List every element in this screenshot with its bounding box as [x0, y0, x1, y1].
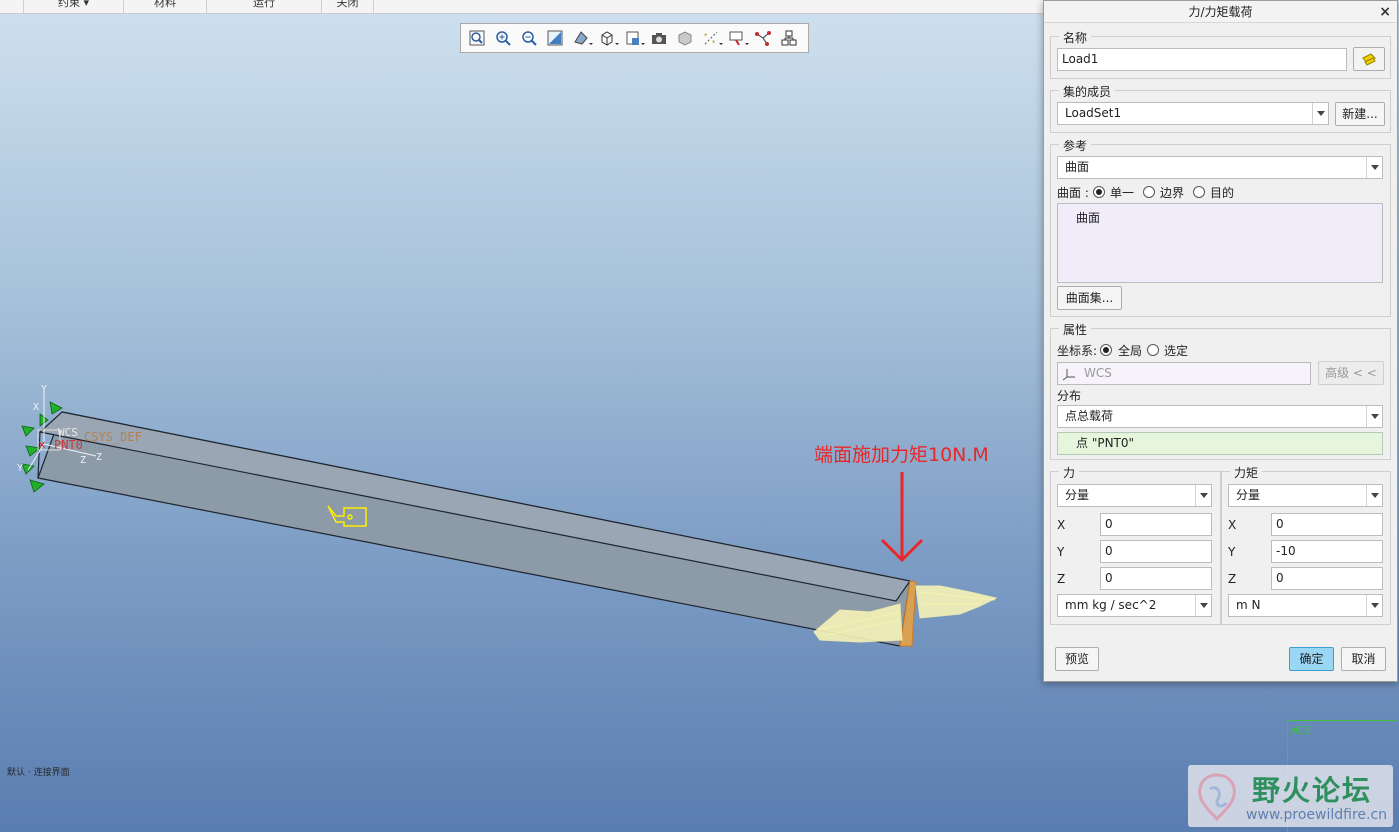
force-moment-dialog: 力/力矩载荷 × 名称 Load1 集的成员 LoadSet1 新建... 参考…	[1043, 0, 1398, 682]
axis-z2-label: Z	[80, 455, 86, 466]
force-z-label: Z	[1057, 572, 1066, 586]
beam-model	[37, 411, 917, 647]
properties-legend: 属性	[1059, 321, 1092, 338]
point-reference-field[interactable]: 点 "PNT0"	[1057, 432, 1383, 455]
close-icon[interactable]: ×	[1379, 1, 1391, 23]
watermark-logo	[1198, 773, 1236, 822]
dialog-titlebar[interactable]: 力/力矩载荷 ×	[1044, 1, 1397, 23]
force-units-select[interactable]: mm kg / sec^2	[1057, 594, 1212, 617]
radio-global-label: 全局	[1118, 344, 1143, 358]
axis-y-label: Y	[41, 384, 47, 395]
force-y-label: Y	[1057, 545, 1065, 559]
force-y-input[interactable]: 0	[1100, 540, 1212, 563]
axis-z-label: Z	[96, 452, 102, 463]
distribution-select[interactable]: 点总载荷	[1057, 405, 1383, 428]
reference-type-value: 曲面	[1065, 160, 1090, 174]
status-text: 默认 · 连接界面	[7, 768, 70, 778]
wcs-triad-label: WCS	[1291, 724, 1311, 737]
watermark: 野火论坛 www.proewildfire.cn	[1188, 765, 1393, 827]
force-x-label: X	[1057, 518, 1066, 532]
moment-annotation: 端面施加力矩10N.M	[814, 444, 989, 466]
name-input[interactable]: Load1	[1057, 48, 1347, 71]
csys-field[interactable]: WCS	[1057, 362, 1311, 385]
radio-single-label: 单一	[1110, 186, 1135, 200]
moment-x-input[interactable]: 0	[1271, 513, 1383, 536]
moment-z-label: Z	[1228, 572, 1237, 586]
moment-units-select[interactable]: m N	[1228, 594, 1383, 617]
dialog-title: 力/力矩载荷	[1188, 5, 1253, 19]
moment-units-value: m N	[1236, 598, 1261, 612]
properties-group: 属性 坐标系: 全局 选定 WCS 高级 < < 分布 点总载荷 点 "PNT0…	[1050, 321, 1391, 460]
preview-button[interactable]: 预览	[1055, 647, 1099, 671]
pnt0-label: PNT0	[54, 438, 83, 452]
chevron-down-icon	[1366, 485, 1382, 506]
annotation-arrow	[880, 472, 924, 563]
model-viewport[interactable]: Y Z X Z Y WCS CSYS_DEF × PNT0	[0, 0, 1043, 832]
watermark-title: 野火论坛	[1252, 774, 1373, 807]
force-mode-select[interactable]: 分量	[1057, 484, 1212, 507]
force-z-input[interactable]: 0	[1100, 567, 1212, 590]
references-group: 参考 曲面 曲面 : 单一 边界 目的 曲面 曲面集...	[1050, 137, 1391, 317]
radio-selected-label: 选定	[1164, 344, 1189, 358]
name-group: 名称 Load1	[1050, 29, 1391, 79]
radio-target[interactable]	[1193, 186, 1205, 198]
chevron-down-icon	[1312, 103, 1328, 124]
csys-label: 坐标系:	[1057, 344, 1098, 358]
reference-type-select[interactable]: 曲面	[1057, 156, 1383, 179]
references-legend: 参考	[1059, 137, 1092, 154]
force-x-input[interactable]: 0	[1100, 513, 1212, 536]
set-legend: 集的成员	[1059, 83, 1116, 100]
radio-single[interactable]	[1093, 186, 1105, 198]
name-legend: 名称	[1059, 29, 1092, 46]
moment-mode-value: 分量	[1236, 488, 1261, 502]
csys-icon	[1062, 369, 1075, 381]
radio-boundary[interactable]	[1143, 186, 1155, 198]
watermark-url: www.proewildfire.cn	[1246, 807, 1388, 823]
csys-def-label: CSYS_DEF	[84, 430, 142, 444]
force-legend: 力	[1059, 464, 1080, 481]
loadset-select[interactable]: LoadSet1	[1057, 102, 1329, 125]
radio-boundary-label: 边界	[1160, 186, 1185, 200]
chevron-down-icon	[1195, 595, 1211, 616]
axis-x-label: X	[33, 402, 39, 413]
set-group: 集的成员 LoadSet1 新建...	[1050, 83, 1391, 133]
distribution-label: 分布	[1057, 389, 1082, 403]
name-color-button[interactable]	[1353, 47, 1385, 71]
surface-list-item[interactable]: 曲面	[1076, 209, 1100, 226]
force-mode-value: 分量	[1065, 488, 1090, 502]
force-group: 力 分量 X 0 Y 0 Z 0 mm kg / sec^2	[1050, 464, 1221, 625]
radio-target-label: 目的	[1210, 186, 1235, 200]
force-units-value: mm kg / sec^2	[1065, 598, 1157, 612]
csys-value: WCS	[1084, 366, 1112, 380]
loadset-value: LoadSet1	[1065, 106, 1122, 120]
chevron-down-icon	[1195, 485, 1211, 506]
chevron-down-icon	[1366, 595, 1382, 616]
advanced-button[interactable]: 高级 < <	[1318, 361, 1384, 385]
chevron-down-icon	[1366, 157, 1382, 178]
ok-button[interactable]: 确定	[1289, 647, 1334, 671]
moment-z-input[interactable]: 0	[1271, 567, 1383, 590]
axis-y2-label: Y	[17, 463, 23, 474]
moment-y-label: Y	[1228, 545, 1236, 559]
cancel-button[interactable]: 取消	[1341, 647, 1386, 671]
surface-list[interactable]: 曲面	[1057, 203, 1383, 283]
point-marker-icon: ×	[38, 438, 46, 453]
moment-x-label: X	[1228, 518, 1237, 532]
new-loadset-button[interactable]: 新建...	[1335, 102, 1385, 126]
distribution-value: 点总载荷	[1065, 409, 1114, 423]
moment-legend: 力矩	[1230, 464, 1263, 481]
radio-selected[interactable]	[1147, 344, 1159, 356]
moment-y-input[interactable]: -10	[1271, 540, 1383, 563]
load-color-icon	[1362, 53, 1376, 66]
surface-mode-label: 曲面 :	[1057, 186, 1089, 200]
chevron-down-icon	[1366, 406, 1382, 427]
moment-mode-select[interactable]: 分量	[1228, 484, 1383, 507]
surface-set-button[interactable]: 曲面集...	[1057, 286, 1122, 310]
moment-group: 力矩 分量 X 0 Y -10 Z 0 m N	[1221, 464, 1391, 625]
radio-global[interactable]	[1100, 344, 1112, 356]
